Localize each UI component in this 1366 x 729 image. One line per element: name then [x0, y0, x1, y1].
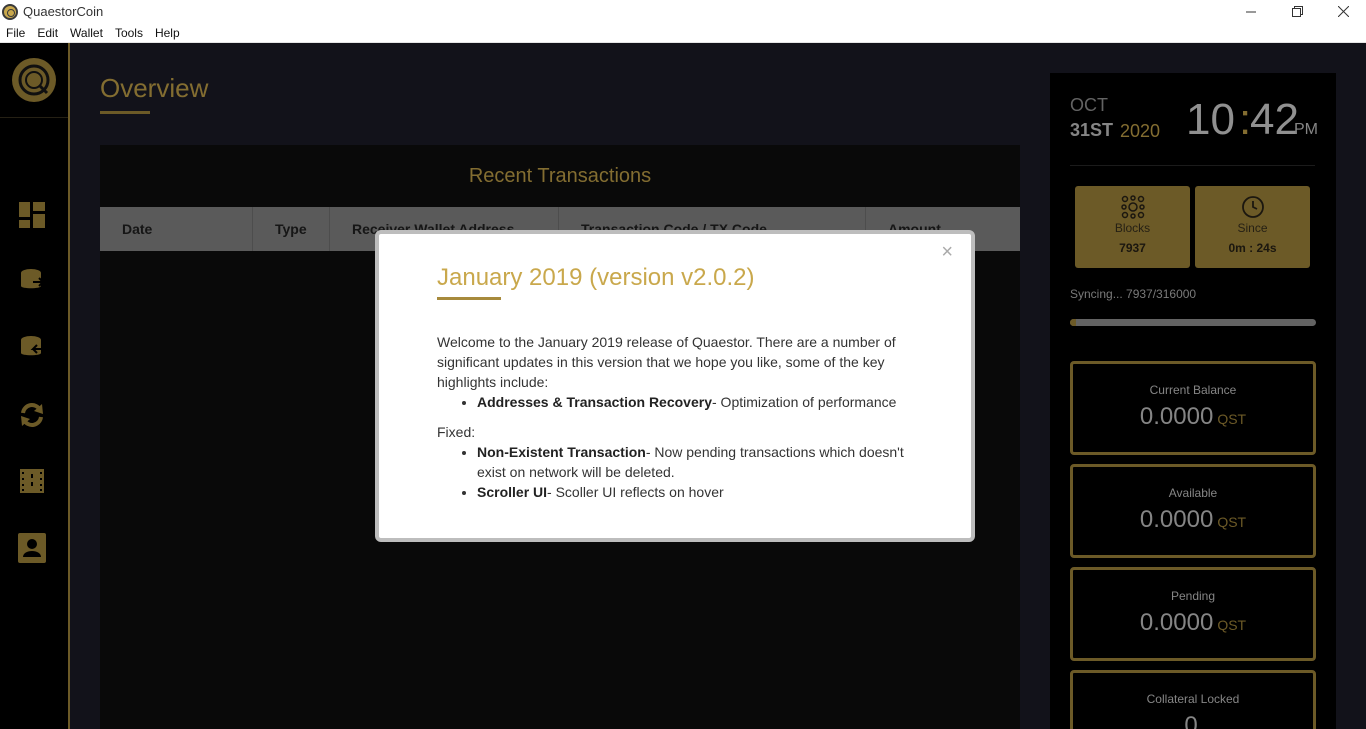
fix-title: Non-Existent Transaction — [477, 444, 646, 460]
close-window-button[interactable] — [1320, 0, 1366, 23]
menu-file[interactable]: File — [0, 23, 31, 43]
menu-wallet[interactable]: Wallet — [64, 23, 109, 43]
highlight-title: Addresses & Transaction Recovery — [477, 394, 712, 410]
menu-help[interactable]: Help — [149, 23, 186, 43]
title-bar: QuaestorCoin — [0, 0, 1366, 23]
list-item: Non-Existent Transaction- Now pending tr… — [477, 442, 917, 482]
fixed-label: Fixed: — [437, 424, 476, 440]
fix-text: - Scoller UI reflects on hover — [547, 484, 724, 500]
fix-title: Scroller UI — [477, 484, 548, 500]
highlight-text: - Optimization of performance — [712, 394, 897, 410]
highlights-list: Addresses & Transaction Recovery- Optimi… — [477, 392, 917, 412]
release-notes-modal: × January 2019 (version v2.0.2) Welcome … — [375, 230, 975, 542]
modal-close-button[interactable]: × — [941, 242, 953, 262]
minimize-icon — [1246, 11, 1256, 12]
list-item: Scroller UI- Scoller UI reflects on hove… — [477, 482, 917, 502]
menu-tools[interactable]: Tools — [109, 23, 149, 43]
modal-title-underline — [437, 297, 501, 300]
list-item: Addresses & Transaction Recovery- Optimi… — [477, 392, 917, 412]
menu-bar: File Edit Wallet Tools Help — [0, 23, 1366, 43]
minimize-button[interactable] — [1228, 0, 1274, 23]
release-intro: Welcome to the January 2019 release of Q… — [437, 334, 896, 390]
menu-edit[interactable]: Edit — [31, 23, 64, 43]
window-title: QuaestorCoin — [23, 4, 104, 19]
window-controls — [1228, 0, 1366, 23]
restore-icon — [1291, 6, 1303, 17]
close-icon — [1337, 6, 1349, 17]
fixed-list: Non-Existent Transaction- Now pending tr… — [477, 442, 917, 502]
modal-body: Welcome to the January 2019 release of Q… — [437, 332, 917, 502]
app-logo-icon — [2, 3, 18, 20]
restore-button[interactable] — [1274, 0, 1320, 23]
modal-title: January 2019 (version v2.0.2) — [437, 264, 755, 291]
